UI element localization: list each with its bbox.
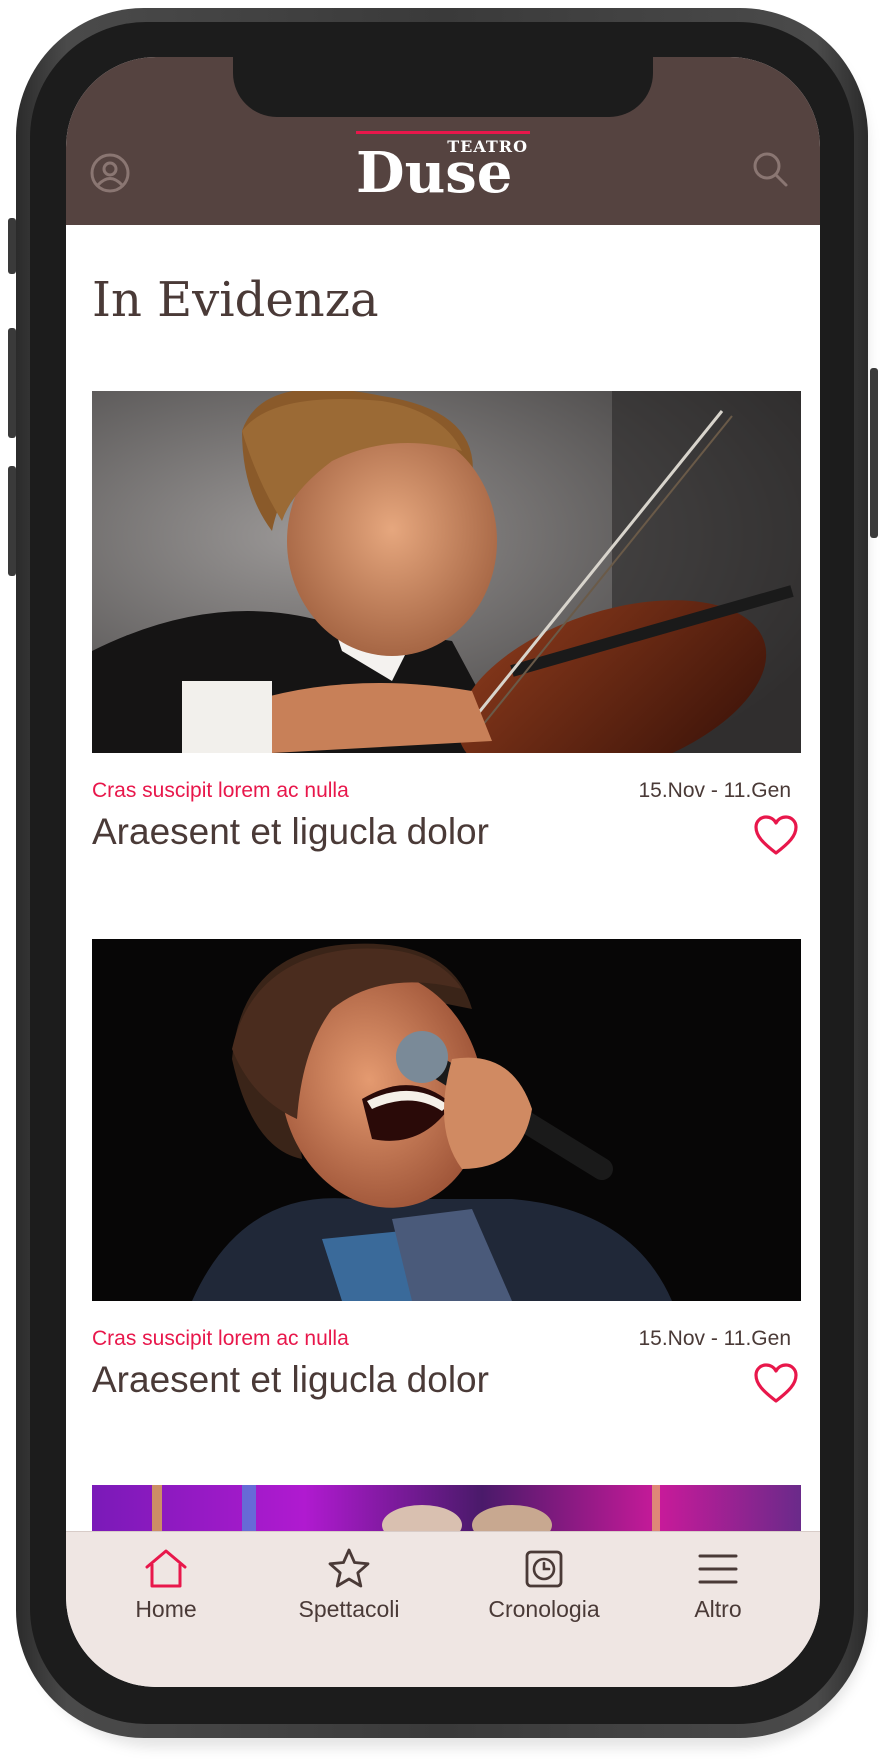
heart-icon[interactable] — [753, 814, 799, 856]
logo-big-text: Duse — [356, 140, 513, 206]
volume-down-button — [8, 466, 16, 576]
nav-label-spettacoli: Spettacoli — [298, 1596, 400, 1622]
event-date: 15.Nov - 11.Gen — [638, 1327, 791, 1350]
user-profile-icon[interactable] — [86, 149, 134, 197]
event-title[interactable]: Araesent et ligucla dolor — [92, 811, 489, 853]
volume-up-button — [8, 328, 16, 438]
event-card[interactable]: Cras suscipit lorem ac nulla 15.Nov - 11… — [92, 391, 801, 871]
search-icon[interactable] — [746, 145, 794, 193]
event-card[interactable]: Cras suscipit lorem ac nulla 15.Nov - 11… — [92, 939, 801, 1419]
bottom-navigation: Home Spettacoli Cronologia Altro — [66, 1531, 820, 1687]
nav-label-home: Home — [135, 1596, 197, 1622]
event-subtitle: Cras suscipit lorem ac nulla — [92, 1327, 349, 1350]
teatro-duse-logo[interactable]: TEATRO Duse — [356, 131, 530, 211]
power-button — [870, 368, 878, 538]
device-notch — [233, 57, 653, 117]
clock-icon — [525, 1550, 563, 1588]
page-title: In Evidenza — [92, 272, 379, 328]
nav-label-cronologia: Cronologia — [488, 1596, 600, 1622]
nav-label-altro: Altro — [694, 1596, 742, 1622]
event-title[interactable]: Araesent et ligucla dolor — [92, 1359, 489, 1401]
event-card[interactable] — [92, 1485, 801, 1531]
mute-switch — [8, 218, 16, 274]
nav-item-home[interactable]: Home — [86, 1546, 246, 1623]
nav-item-spettacoli[interactable]: Spettacoli — [269, 1546, 429, 1623]
nav-item-cronologia[interactable]: Cronologia — [464, 1546, 624, 1623]
violinist-photo[interactable] — [92, 391, 801, 753]
home-icon — [145, 1549, 187, 1588]
menu-icon — [698, 1554, 738, 1584]
heart-icon[interactable] — [753, 1362, 799, 1404]
event-subtitle: Cras suscipit lorem ac nulla — [92, 779, 349, 802]
device-stage: TEATRO Duse In Evidenza Cras suscipit lo… — [0, 0, 885, 1759]
singer-photo[interactable] — [92, 939, 801, 1301]
stage-photo[interactable] — [92, 1485, 801, 1531]
app-screen: TEATRO Duse In Evidenza Cras suscipit lo… — [66, 57, 820, 1687]
star-icon — [328, 1548, 370, 1588]
logo-accent-line — [356, 131, 530, 134]
nav-item-altro[interactable]: Altro — [638, 1546, 798, 1623]
event-date: 15.Nov - 11.Gen — [638, 779, 791, 802]
